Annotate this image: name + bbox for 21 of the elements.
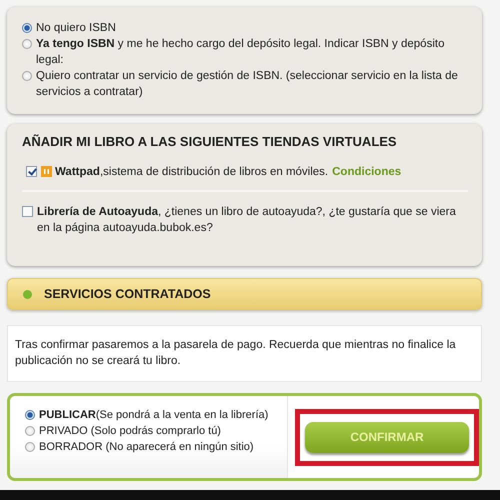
- section-title: AÑADIR MI LIBRO A LAS SIGUIENTES TIENDAS VIRTUALES: [22, 134, 398, 150]
- radio-button[interactable]: [22, 71, 32, 81]
- option-label: Quiero contratar un servicio de gestión de ISBN. (seleccionar servicio en la lista de servicios a contratar): [36, 69, 459, 100]
- checkbox[interactable]: [22, 206, 33, 217]
- conditions-link[interactable]: Condiciones: [332, 164, 402, 180]
- section-title: SERVICIOS CONTRATADOS: [44, 287, 211, 301]
- radio-button[interactable]: [22, 39, 32, 49]
- option-label: PRIVADO (Solo podrás comprarlo tú): [39, 424, 221, 439]
- radio-button[interactable]: [25, 410, 35, 420]
- option-label: Ya tengo ISBN y me he hecho cargo del depósito legal. Indicar ISBN y depósito legal:: [36, 37, 446, 68]
- store-description: Librería de Autoayuda, ¿tienes un libro de autoayuda?, ¿te gustaría que se viera en la página autoayuda.bubok.es?: [37, 205, 457, 236]
- checkbox[interactable]: [26, 166, 37, 177]
- confirm-button[interactable]: CONFIRMAR: [305, 422, 469, 452]
- option-label: No quiero ISBN: [36, 21, 116, 36]
- option-label: BORRADOR (No aparecerá en ningún sitio): [39, 440, 254, 455]
- info-text: Tras confirmar pasaremos a la pasarela de pago. Recuerda que mientras no finalice la publicación no se creará tu libro.: [15, 339, 456, 367]
- radio-button[interactable]: [25, 442, 35, 452]
- option-label: PUBLICAR(Se pondrá a la venta en la librería): [39, 408, 268, 423]
- radio-button[interactable]: [25, 426, 35, 436]
- store-description: Wattpad,sistema de distribución de libros en móviles.: [55, 165, 328, 180]
- radio-button[interactable]: [22, 23, 32, 33]
